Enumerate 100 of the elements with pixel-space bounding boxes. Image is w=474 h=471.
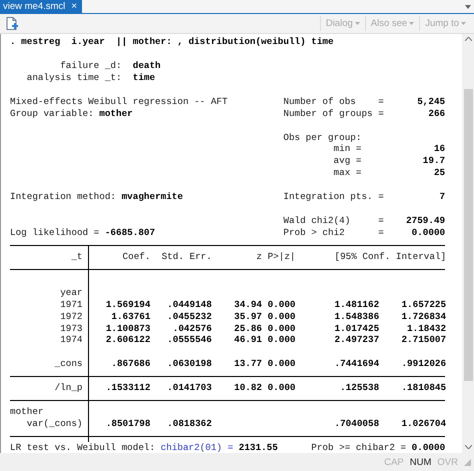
statistic-label: Wald chi2(4) <box>283 215 352 227</box>
table-cell-text: .0630198 <box>166 358 212 370</box>
output-label: Integration method: <box>10 191 116 204</box>
command-line: . mestreg i.year || mother: , distribution(weibull) time <box>10 36 334 48</box>
scrollbar-thumb[interactable] <box>464 89 472 381</box>
table-cell-text: 1.481162 <box>334 298 380 311</box>
table-cell-text: 1.548386 <box>334 310 380 322</box>
statistic-label: Prob > chi2 <box>283 227 346 239</box>
table-cell-text: 1.100873 <box>104 322 150 334</box>
status-indicator: OVR <box>437 456 458 468</box>
table-cell-text: 1.726834 <box>400 310 446 322</box>
row-label: 1973 <box>10 322 90 334</box>
row-label: 1971 <box>10 298 90 311</box>
statistic-label: min <box>332 143 350 156</box>
statistic-value: 5,245 <box>416 96 446 108</box>
row-label: 1974 <box>10 334 90 346</box>
output-value: -6685.807 <box>104 227 156 239</box>
table-cell-text: .9912026 <box>400 358 446 370</box>
row-label: year <box>10 286 90 299</box>
statistic-value: 19.7 <box>422 155 446 168</box>
viewer-tab[interactable]: view me4.smcl × <box>0 0 82 13</box>
output-label: Group variable: <box>10 108 94 120</box>
equals-sign: = <box>378 227 384 239</box>
table-cell-text: .0818362 <box>166 418 212 430</box>
table-cell-text: .0455232 <box>166 310 212 322</box>
test-label: LR test vs. Weibull model: <box>10 442 156 453</box>
column-header: Coef. <box>122 250 150 263</box>
row-label: 1972 <box>10 310 90 322</box>
chibar2-link[interactable]: chibar2(01) = <box>160 442 234 453</box>
statistic-value: 2759.49 <box>405 215 446 227</box>
column-header: z <box>255 250 262 263</box>
equals-sign: = <box>356 155 362 168</box>
statistic-value: 16 <box>432 143 446 156</box>
table-cell-text: 2.715007 <box>400 334 446 346</box>
table-cell-text: .8501798 <box>104 418 150 430</box>
caret-icon[interactable] <box>465 4 471 8</box>
table-cell-text: 2.497237 <box>334 334 380 346</box>
output-value: mother <box>99 108 133 120</box>
output-label: analysis time _t: <box>26 72 122 84</box>
equals-sign: = <box>356 143 362 156</box>
statistic-label: Obs per group: <box>283 132 362 144</box>
statistic-value: 0.0000 <box>410 227 446 239</box>
table-cell-text: .0449148 <box>166 298 212 311</box>
test-value: 2131.55 <box>238 442 278 453</box>
caret-icon <box>354 22 360 25</box>
table-cell-text: 1.657225 <box>400 298 446 311</box>
equals-sign: = <box>378 191 384 204</box>
table-cell-text: 0.000 <box>266 334 296 346</box>
table-cell-text: 1.569194 <box>104 298 150 311</box>
table-cell-text: .7040058 <box>334 418 380 430</box>
output-label: Log likelihood = <box>10 227 100 239</box>
statistic-label: Prob >= chibar2 = <box>311 442 406 453</box>
table-cell-text: .1810845 <box>400 382 446 394</box>
table-cell-text: 35.97 <box>233 310 262 322</box>
table-cell-text: 0.000 <box>266 322 296 334</box>
tab-title: view me4.smcl <box>3 1 66 12</box>
equals-sign: = <box>378 96 384 108</box>
table-cell-text: .125538 <box>339 382 380 394</box>
row-label: mother <box>10 406 90 418</box>
table-cell-text: 0.000 <box>266 358 296 370</box>
table-cell-text: 46.91 <box>233 334 262 346</box>
row-label: _cons <box>10 358 90 370</box>
table-cell-text: 1.63761 <box>110 310 150 322</box>
output-value: time <box>132 72 156 84</box>
table-cell-text: .7441694 <box>334 358 380 370</box>
equals-sign: = <box>378 108 384 120</box>
table-cell-text: 0.000 <box>266 310 296 322</box>
column-header: P>|z| <box>266 250 296 263</box>
output-label: failure _d: <box>59 60 122 72</box>
tab-close-button[interactable]: × <box>71 1 78 12</box>
status-indicator: NUM <box>410 456 432 468</box>
statistic-value: 266 <box>427 108 446 120</box>
table-cell-text: 1.026704 <box>400 418 446 430</box>
table-cell-text: .867686 <box>110 358 150 370</box>
statistic-value: 25 <box>432 167 446 180</box>
resize-grip-icon[interactable] <box>464 458 471 466</box>
statistic-label: Number of obs <box>283 96 357 108</box>
table-cell-text: 10.82 <box>233 382 262 394</box>
statistic-label: Number of groups <box>283 108 374 120</box>
new-document-icon[interactable] <box>6 17 18 30</box>
table-cell-text: .042576 <box>172 322 212 334</box>
equals-sign: = <box>356 167 362 180</box>
caret-icon <box>409 22 414 25</box>
table-cell-text: 13.77 <box>233 358 262 370</box>
statistic-label: max <box>332 167 350 180</box>
table-cell-text: .1533112 <box>104 382 150 394</box>
scrollbar[interactable] <box>462 34 474 453</box>
row-label: /ln_p <box>10 382 90 394</box>
equals-sign: = <box>378 215 384 227</box>
table-cell-text: 0.000 <box>266 298 296 311</box>
table-cell-text: .0555546 <box>166 334 212 346</box>
table-cell-text: .0141703 <box>166 382 212 394</box>
statistic-value: 0.0000 <box>412 442 446 453</box>
output-value: death <box>132 60 161 72</box>
column-header: [95% Conf. Interval] <box>334 250 446 263</box>
table-cell-text: 2.606122 <box>104 334 150 346</box>
table-cell-text: 34.94 <box>233 298 262 311</box>
row-label: var(_cons) <box>10 418 90 430</box>
caret-icon <box>461 22 466 25</box>
statistic-value: 7 <box>438 191 446 204</box>
